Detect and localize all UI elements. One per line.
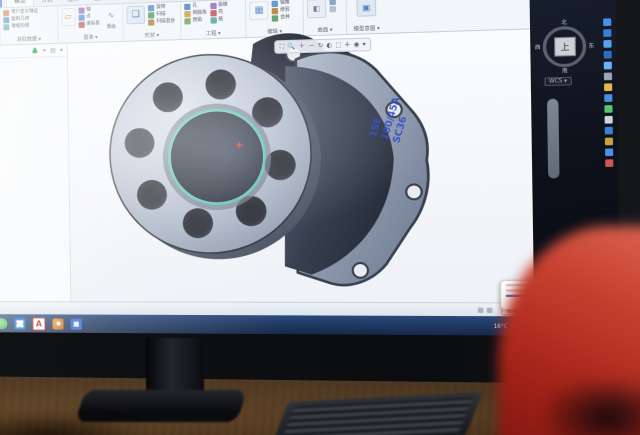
revolve-icon (148, 5, 154, 11)
axis-icon (78, 7, 84, 13)
model-tree-panel: 🌲 ▾ ▤ ▾ RT P F SYS_DEF 1 6 1 2 3 (0, 44, 71, 302)
trim-button[interactable]: 修剪 (272, 8, 290, 15)
plane-icon: ▱ (65, 12, 72, 22)
point-icon (78, 15, 84, 21)
revolve-button[interactable]: 旋转 (148, 4, 175, 11)
toolbar-icon[interactable] (605, 138, 613, 146)
axis-button[interactable]: 轴 (78, 7, 100, 14)
toolbar-icon[interactable] (604, 94, 612, 102)
toolbar-icon[interactable] (605, 159, 613, 167)
toolbar-icon[interactable] (604, 51, 612, 59)
status-icon[interactable] (487, 307, 493, 312)
chevron-down-icon[interactable]: ▾ (362, 39, 365, 50)
3d-model-flange[interactable]: 1SE 100/45A SC36 (72, 10, 458, 319)
toolbar-icon[interactable] (605, 148, 613, 156)
surface-icon (329, 0, 336, 5)
chevron-down-icon[interactable]: ▾ (43, 47, 46, 54)
plate-hole[interactable] (406, 184, 422, 199)
person-dark-clothing (548, 382, 640, 435)
spin-center-icon[interactable]: ✛ (345, 40, 351, 51)
zoom-icon[interactable]: 🔍 (287, 41, 295, 52)
ribbon-group-get-data: 用户定义特征 复制几何 收缩包络 获取数据 ▾ (0, 6, 59, 44)
view-manager-icon[interactable]: ◉ (353, 39, 359, 50)
mirror-button[interactable]: 镜像 (272, 0, 290, 7)
zoom-in-icon[interactable]: ＋ (298, 41, 305, 52)
surface-icon (329, 6, 336, 13)
tree-item[interactable]: 6 (0, 162, 69, 171)
toolbar-icon[interactable] (605, 116, 613, 124)
viewcube[interactable]: 北 南 西 东 上 (539, 22, 590, 71)
toolbar-icon[interactable] (605, 127, 613, 135)
compass-west-label[interactable]: 西 (535, 44, 541, 52)
photo-scene: 45C230 (活动的) - Creo Parametric — ❐ 文件 模型… (0, 0, 640, 435)
point-button[interactable]: 点 (78, 14, 100, 21)
creo-window: 45C230 (活动的) - Creo Parametric — ❐ 文件 模型… (0, 0, 534, 316)
hole-button[interactable]: 孔 (184, 3, 207, 10)
copy-geometry-icon (3, 17, 9, 23)
tree-filter-icon[interactable]: 🌲 (31, 47, 39, 54)
vertical-toolbar (603, 18, 613, 167)
toolbar-icon[interactable] (604, 72, 612, 80)
autocad-icon[interactable]: A (32, 317, 45, 330)
status-icon[interactable] (478, 307, 484, 312)
in-graphics-toolbar: ⛶ 🔍 ＋ － ↻ ◐ ⬚ ✛ ◉ ▾ (274, 37, 371, 53)
compass-south-label[interactable]: 南 (562, 67, 568, 75)
round-button[interactable]: 倒圆角 (184, 10, 207, 17)
wcs-button[interactable]: WCS ▾ (544, 77, 571, 86)
shrinkwrap-button[interactable]: 收缩包络 (3, 23, 54, 31)
security-app-icon[interactable] (0, 318, 8, 329)
viewcube-top-face[interactable]: 上 (554, 37, 576, 57)
shading-style-icon[interactable]: ◐ (326, 40, 332, 51)
statusbar-icons (478, 307, 493, 312)
shell-icon (210, 10, 216, 16)
repaint-icon[interactable]: ↻ (318, 40, 324, 51)
hole-icon (184, 4, 190, 10)
draft-button[interactable]: 拔模 (210, 2, 228, 9)
toolbar-icon[interactable] (604, 105, 612, 113)
desk-shadow (0, 400, 230, 435)
file-menu-button[interactable]: 文件 (0, 0, 2, 8)
compass-east-label[interactable]: 东 (588, 42, 594, 50)
office-app-icon[interactable] (71, 318, 82, 329)
group-label[interactable]: 获取数据 ▾ (4, 35, 55, 44)
round-icon (184, 11, 190, 17)
tab-model[interactable]: 模型 (6, 0, 34, 7)
draft-icon (210, 3, 216, 9)
mirror-icon (272, 1, 278, 7)
toolbar-icon[interactable] (603, 29, 611, 37)
refit-icon[interactable]: ⛶ (280, 42, 285, 53)
toolbar-icon[interactable] (603, 40, 611, 48)
tab-analysis[interactable]: 分析 (34, 0, 60, 6)
chevron-down-icon[interactable]: ▾ (60, 46, 63, 53)
toolbar-icon[interactable] (603, 18, 611, 26)
tree-doc-icon[interactable]: ▤ (50, 46, 56, 53)
keyboard-keys (281, 397, 472, 435)
extrude-icon: ❏ (131, 10, 139, 21)
sketch-button[interactable]: ∿ (103, 6, 120, 23)
trim-icon (272, 8, 278, 14)
sweep-button[interactable]: 扫描 (148, 11, 175, 18)
zoom-out-icon[interactable]: － (308, 41, 315, 52)
sweep-icon (148, 12, 154, 18)
toolbar-icon[interactable] (604, 62, 612, 70)
toolbar-icon[interactable] (604, 83, 612, 91)
taskbar-apps: A (0, 317, 82, 331)
shrinkwrap-icon (3, 24, 9, 30)
docked-palette-titlebar[interactable] (547, 99, 560, 179)
shell-button[interactable]: 壳 (210, 10, 228, 17)
datum-display-icon[interactable]: ⬚ (335, 40, 341, 51)
sketch-icon: ∿ (108, 10, 115, 19)
plate-hole[interactable] (353, 263, 368, 278)
graphics-area[interactable]: 1SE 100/45A SC36 (67, 29, 534, 302)
pattern-icon: ▦ (254, 5, 263, 16)
windows-start-icon[interactable] (14, 318, 25, 329)
messenger-app-icon[interactable] (52, 318, 63, 329)
compass-north-label[interactable]: 北 (561, 19, 567, 27)
udf-icon (3, 10, 9, 16)
